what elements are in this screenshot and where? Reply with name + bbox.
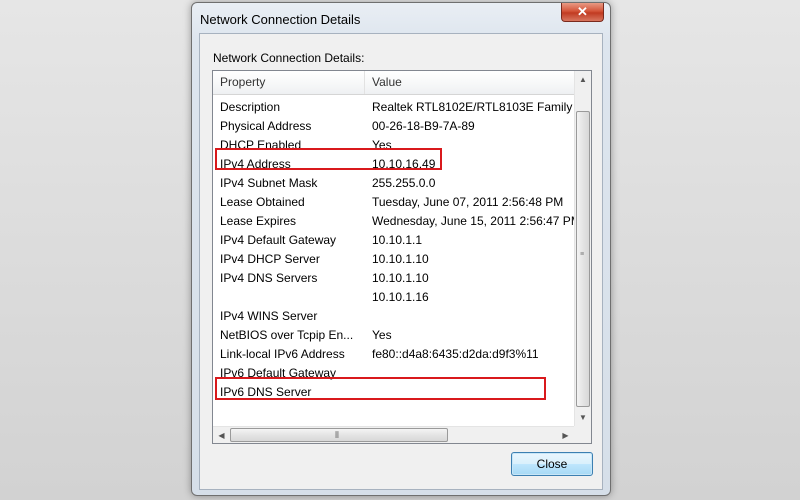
table-row[interactable]: 10.10.1.16 <box>213 288 574 307</box>
table-row[interactable]: IPv4 Default Gateway 10.10.1.1 <box>213 231 574 250</box>
property-cell: DHCP Enabled <box>220 138 302 152</box>
property-cell: Description <box>220 100 281 114</box>
property-cell: Lease Obtained <box>220 195 305 209</box>
table-row[interactable]: Lease Obtained Tuesday, June 07, 2011 2:5… <box>213 193 574 212</box>
horizontal-scrollbar[interactable]: ◀ ⦀ ▶ <box>213 426 574 443</box>
table-row[interactable]: NetBIOS over Tcpip En... Yes <box>213 326 574 345</box>
value-cell: 10.10.16.49 <box>372 157 436 171</box>
title-bar[interactable]: Network Connection Details ✕ <box>192 3 610 33</box>
grip-icon: ⦀ <box>335 430 339 440</box>
value-cell: 00-26-18-B9-7A-89 <box>372 119 475 133</box>
dialog-window: Network Connection Details ✕ Network Con… <box>191 2 611 496</box>
vertical-scroll-thumb[interactable]: ≡ <box>576 111 590 407</box>
property-cell: IPv4 Subnet Mask <box>220 176 318 190</box>
list-header: Property Value <box>213 71 574 95</box>
details-list[interactable]: Property Value Description Realtek RTL810… <box>212 70 592 444</box>
close-icon: ✕ <box>577 4 588 19</box>
window-close-button[interactable]: ✕ <box>561 3 604 22</box>
value-cell: 255.255.0.0 <box>372 176 436 190</box>
value-cell: Realtek RTL8102E/RTL8103E Family <box>372 100 573 114</box>
value-cell: fe80::d4a8:6435:d2da:d9f3%11 <box>372 347 539 361</box>
dialog-client-area: Network Connection Details: Property Val… <box>199 33 603 490</box>
value-cell: Yes <box>372 328 392 342</box>
table-row[interactable]: IPv4 Address 10.10.16.49 <box>213 155 574 174</box>
table-row[interactable]: IPv4 Subnet Mask 255.255.0.0 <box>213 174 574 193</box>
property-cell: IPv4 Address <box>220 157 291 171</box>
table-row[interactable]: IPv4 WINS Server <box>213 307 574 326</box>
property-cell: IPv4 DHCP Server <box>220 252 320 266</box>
table-row[interactable]: IPv6 DNS Server <box>213 383 574 402</box>
close-button[interactable]: Close <box>511 452 593 476</box>
scroll-left-icon[interactable]: ◀ <box>213 427 230 443</box>
details-label: Network Connection Details: <box>213 51 365 65</box>
value-cell: 10.10.1.10 <box>372 252 429 266</box>
horizontal-scroll-thumb[interactable]: ⦀ <box>230 428 448 442</box>
table-row[interactable]: Link-local IPv6 Address fe80::d4a8:6435:d… <box>213 345 574 364</box>
table-row[interactable]: IPv4 DNS Servers 10.10.1.10 <box>213 269 574 288</box>
value-cell: Wednesday, June 15, 2011 2:56:47 PM <box>372 214 574 228</box>
table-row[interactable]: Lease Expires Wednesday, June 15, 2011 2:… <box>213 212 574 231</box>
value-cell: Yes <box>372 138 392 152</box>
column-header-property[interactable]: Property <box>213 71 365 94</box>
scrollbar-corner <box>574 426 591 443</box>
table-row[interactable]: IPv6 Default Gateway <box>213 364 574 383</box>
vertical-scrollbar[interactable]: ▲ ≡ ▼ <box>574 71 591 426</box>
value-cell: Tuesday, June 07, 2011 2:56:48 PM <box>372 195 564 209</box>
scroll-right-icon[interactable]: ▶ <box>557 427 574 443</box>
property-cell: IPv4 WINS Server <box>220 309 318 323</box>
property-cell: IPv4 DNS Servers <box>220 271 318 285</box>
list-body: Description Realtek RTL8102E/RTL8103E Fam… <box>213 98 574 407</box>
scroll-up-icon[interactable]: ▲ <box>575 71 591 88</box>
grip-icon: ≡ <box>580 251 585 258</box>
table-row[interactable]: Physical Address 00-26-18-B9-7A-89 <box>213 117 574 136</box>
property-cell: IPv4 Default Gateway <box>220 233 337 247</box>
value-cell: 10.10.1.10 <box>372 271 429 285</box>
property-cell: Link-local IPv6 Address <box>220 347 345 361</box>
table-row[interactable]: DHCP Enabled Yes <box>213 136 574 155</box>
table-row[interactable]: Description Realtek RTL8102E/RTL8103E Fam… <box>213 98 574 117</box>
scroll-down-icon[interactable]: ▼ <box>575 409 591 426</box>
property-cell: Physical Address <box>220 119 312 133</box>
column-header-value[interactable]: Value <box>365 71 574 94</box>
property-cell: NetBIOS over Tcpip En... <box>220 328 354 342</box>
property-cell: IPv6 DNS Server <box>220 385 312 399</box>
property-cell: IPv6 Default Gateway <box>220 366 337 380</box>
window-title: Network Connection Details <box>200 12 361 27</box>
property-cell: Lease Expires <box>220 214 297 228</box>
value-cell: 10.10.1.16 <box>372 290 429 304</box>
value-cell: 10.10.1.1 <box>372 233 423 247</box>
table-row[interactable]: IPv4 DHCP Server 10.10.1.10 <box>213 250 574 269</box>
